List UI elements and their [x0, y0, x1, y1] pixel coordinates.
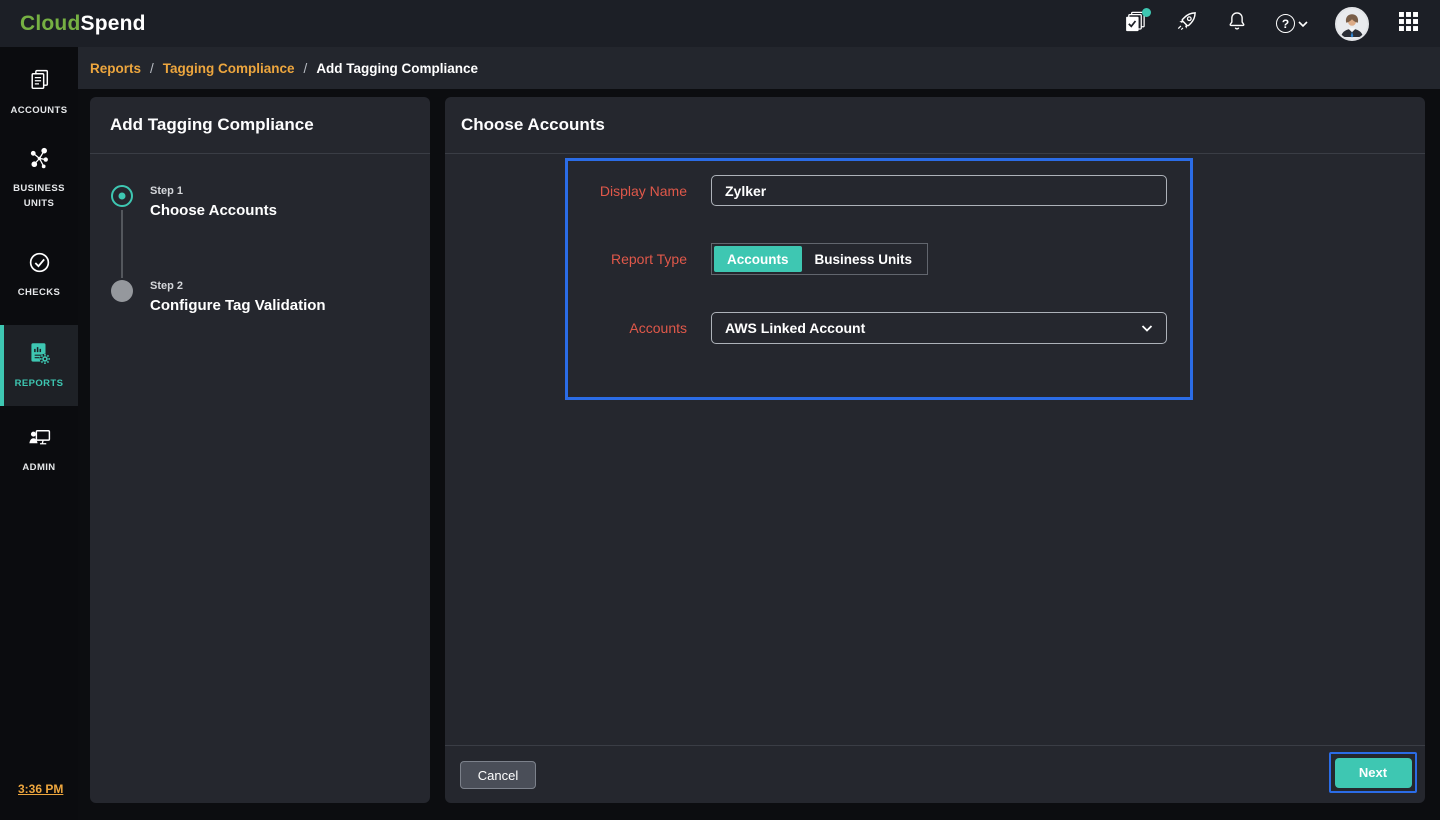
- top-navbar: CloudSpend: [0, 0, 1440, 47]
- next-button[interactable]: Next: [1335, 758, 1412, 788]
- clock-time-link[interactable]: 3:36 PM: [18, 782, 63, 796]
- navbar-icon-group: ?: [1123, 7, 1420, 41]
- sidebar-label-reports: REPORTS: [7, 377, 72, 392]
- logo-part-spend: Spend: [80, 12, 145, 35]
- main-panel-title: Choose Accounts: [445, 97, 1425, 154]
- apps-grid-button[interactable]: [1396, 12, 1420, 36]
- cancel-button[interactable]: Cancel: [460, 761, 536, 789]
- sidebar: ACCOUNTS BUSINESS UNITS CHECKS: [0, 47, 78, 820]
- cloudspend-logo[interactable]: CloudSpend: [20, 12, 146, 36]
- sidebar-label-checks: CHECKS: [10, 286, 69, 301]
- sidebar-label-admin: ADMIN: [14, 461, 63, 476]
- notification-dot: [1142, 8, 1151, 17]
- dropdown-chevron-icon: [1141, 320, 1153, 336]
- wizard-step-2[interactable]: Step 2 Configure Tag Validation: [111, 280, 326, 314]
- grid-icon: [1399, 12, 1418, 36]
- display-name-input[interactable]: [711, 175, 1167, 206]
- reports-icon: [26, 340, 52, 371]
- rocket-icon: [1175, 10, 1198, 38]
- sidebar-item-checks[interactable]: CHECKS: [0, 250, 78, 301]
- check-circle-icon: [27, 250, 52, 280]
- step-1-number: Step 1: [150, 185, 277, 197]
- sidebar-label-business-units: BUSINESS UNITS: [0, 182, 78, 211]
- help-menu-button[interactable]: ?: [1276, 14, 1308, 33]
- notifications-button[interactable]: [1225, 12, 1249, 36]
- wizard-panel: Add Tagging Compliance Step 1 Choose Acc…: [90, 97, 430, 803]
- report-type-row: Report Type Accounts Business Units: [568, 243, 1190, 275]
- report-type-option-business-units[interactable]: Business Units: [802, 246, 926, 272]
- admin-icon: [27, 425, 52, 455]
- user-avatar[interactable]: [1335, 7, 1369, 41]
- breadcrumb-tagging-compliance[interactable]: Tagging Compliance: [163, 61, 295, 76]
- form-highlight-outline: Display Name Report Type Accounts Busine…: [565, 158, 1193, 400]
- wizard-step-1[interactable]: Step 1 Choose Accounts: [111, 185, 277, 219]
- accounts-dropdown[interactable]: AWS Linked Account: [711, 312, 1167, 344]
- sidebar-item-reports-active[interactable]: REPORTS: [0, 325, 78, 406]
- report-type-option-accounts[interactable]: Accounts: [714, 246, 802, 272]
- accounts-dropdown-value: AWS Linked Account: [725, 320, 865, 336]
- breadcrumb-current-page: Add Tagging Compliance: [316, 61, 478, 76]
- sidebar-item-admin[interactable]: ADMIN: [0, 425, 78, 476]
- logo-part-cloud: Cloud: [20, 12, 80, 35]
- breadcrumb: Reports / Tagging Compliance / Add Taggi…: [78, 47, 1440, 89]
- step-connector-line: [121, 210, 123, 278]
- breadcrumb-separator: /: [150, 61, 154, 76]
- whats-new-button[interactable]: [1174, 12, 1198, 36]
- step-1-label: Choose Accounts: [150, 202, 277, 219]
- feedback-button[interactable]: [1123, 12, 1147, 36]
- step-2-label: Configure Tag Validation: [150, 297, 326, 314]
- breadcrumb-reports[interactable]: Reports: [90, 61, 141, 76]
- step-1-active-circle-icon: [111, 185, 133, 207]
- sidebar-item-accounts[interactable]: ACCOUNTS: [0, 68, 78, 119]
- chevron-down-icon: [1298, 15, 1308, 33]
- bell-icon: [1226, 10, 1248, 37]
- active-indicator-bar: [0, 325, 4, 406]
- breadcrumb-separator: /: [304, 61, 308, 76]
- footer-divider: [445, 745, 1425, 746]
- accounts-label: Accounts: [568, 320, 687, 336]
- choose-accounts-panel: Choose Accounts Display Name Report Type…: [445, 97, 1425, 803]
- sidebar-item-business-units[interactable]: BUSINESS UNITS: [0, 146, 78, 211]
- display-name-label: Display Name: [568, 183, 687, 199]
- accounts-icon: [27, 68, 52, 98]
- step-2-number: Step 2: [150, 280, 326, 292]
- business-units-icon: [27, 146, 52, 176]
- display-name-row: Display Name: [568, 175, 1190, 206]
- report-type-toggle: Accounts Business Units: [711, 243, 928, 275]
- step-2-pending-circle-icon: [111, 280, 133, 302]
- next-button-highlight-outline: Next: [1329, 752, 1417, 793]
- accounts-row: Accounts AWS Linked Account: [568, 312, 1190, 344]
- help-icon: ?: [1276, 14, 1295, 33]
- report-type-label: Report Type: [568, 251, 687, 267]
- wizard-panel-title: Add Tagging Compliance: [90, 97, 430, 154]
- sidebar-label-accounts: ACCOUNTS: [2, 104, 75, 119]
